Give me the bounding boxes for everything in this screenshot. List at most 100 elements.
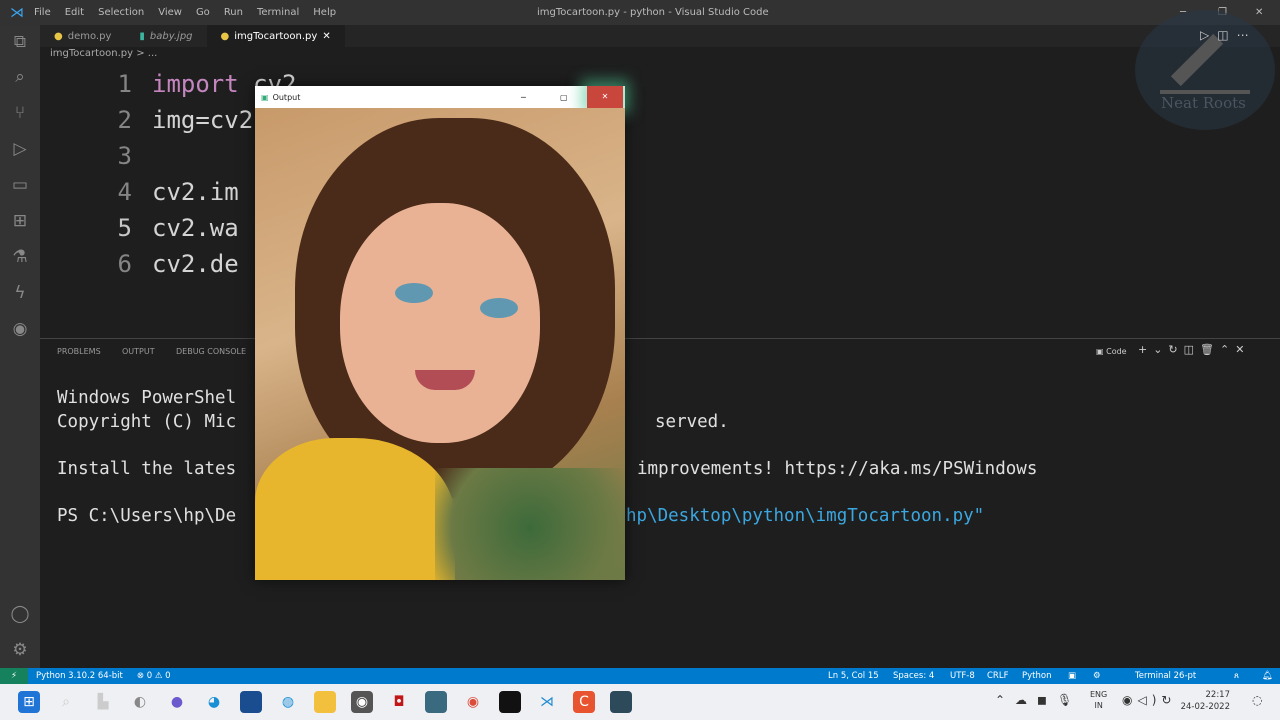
menu-view[interactable]: View bbox=[158, 7, 182, 18]
network-volume-battery-icons[interactable]: ◉◁)↻ bbox=[1122, 693, 1176, 707]
lightning-icon[interactable]: ϟ bbox=[8, 281, 32, 305]
tab-output[interactable]: OUTPUT bbox=[122, 347, 155, 356]
menu-go[interactable]: Go bbox=[196, 7, 210, 18]
terminal-shell-select[interactable]: ▣ Code bbox=[1096, 347, 1127, 356]
code-line: img=cv2 bbox=[152, 106, 254, 134]
terminal-icon[interactable] bbox=[499, 691, 521, 713]
output-window[interactable]: ▣ Output ─ ▢ ✕ bbox=[255, 86, 625, 580]
bottom-panel: PROBLEMS OUTPUT DEBUG CONSOLE ▣ Code +⌄↻… bbox=[40, 338, 1280, 668]
testing-icon[interactable]: ⚗ bbox=[8, 245, 32, 269]
terminal-line: Windows PowerShel bbox=[57, 388, 237, 408]
tab-problems[interactable]: PROBLEMS bbox=[57, 347, 101, 356]
clock[interactable]: 22:17 24-02-2022 bbox=[1180, 689, 1230, 713]
tab-label: demo.py bbox=[67, 30, 112, 42]
terminal-line: Copyright (C) Mic bbox=[57, 412, 237, 432]
python-file-icon: ● bbox=[54, 30, 63, 42]
tab-debug-console[interactable]: DEBUG CONSOLE bbox=[176, 347, 246, 356]
source-control-icon[interactable]: ⑂ bbox=[8, 101, 32, 125]
app-icon-2[interactable] bbox=[425, 691, 447, 713]
tab-demo-py[interactable]: ● demo.py bbox=[40, 25, 125, 47]
terminal-line: Install the lates bbox=[57, 459, 237, 479]
settings-gear-icon[interactable]: ⚙ bbox=[8, 638, 32, 662]
widgets-icon[interactable]: ◐ bbox=[129, 691, 151, 713]
system-tray-icons[interactable]: ⌃☁◼🎙︎ bbox=[995, 693, 1082, 707]
camera-app-icon[interactable]: ◉ bbox=[351, 691, 373, 713]
line-number: 2 bbox=[117, 106, 132, 134]
menu-file[interactable]: File bbox=[34, 7, 51, 18]
output-maximize-button[interactable]: ▢ bbox=[560, 93, 568, 102]
image-file-icon: ▮ bbox=[139, 30, 145, 42]
layout-icon[interactable]: ▣ bbox=[1068, 671, 1076, 681]
editor-actions[interactable]: ▷◫⋯ bbox=[1200, 28, 1257, 42]
chrome-icon[interactable]: ◉ bbox=[462, 691, 484, 713]
vscode-logo-icon: ⋊ bbox=[10, 4, 24, 21]
line-number: 6 bbox=[117, 250, 132, 278]
menu-help[interactable]: Help bbox=[313, 7, 336, 18]
line-number: 3 bbox=[117, 142, 132, 170]
store-icon[interactable] bbox=[240, 691, 262, 713]
extensions-icon[interactable]: ⊞ bbox=[8, 209, 32, 233]
file-explorer-icon[interactable] bbox=[314, 691, 336, 713]
line-number: 1 bbox=[117, 70, 132, 98]
encoding[interactable]: UTF-8 bbox=[950, 671, 975, 681]
lang-code: ENG bbox=[1090, 690, 1108, 699]
cursor-position[interactable]: Ln 5, Col 15 bbox=[828, 671, 879, 681]
panel-actions[interactable]: +⌄↻◫🗑⌃✕ bbox=[1138, 343, 1250, 356]
title-bar: ⋊ File Edit Selection View Go Run Terminal Help… bbox=[0, 0, 1280, 25]
terminal-line: hp\Desktop\python\imgTocartoon.py" bbox=[626, 506, 985, 526]
live-share-icon[interactable]: ⚙ bbox=[1093, 671, 1101, 681]
tab-imgtocartoon-py[interactable]: ● imgTocartoon.py ✕ bbox=[206, 25, 345, 47]
remote-explorer-icon[interactable]: ▭ bbox=[8, 173, 32, 197]
indentation[interactable]: Spaces: 4 bbox=[893, 671, 934, 681]
remote-indicator[interactable]: ⚡ bbox=[0, 668, 28, 684]
notifications-bell-icon[interactable]: 🔔︎ bbox=[1262, 671, 1273, 681]
app-icon[interactable]: ◍ bbox=[277, 691, 299, 713]
github-icon[interactable]: ◉ bbox=[8, 317, 32, 341]
edge-icon[interactable]: ◕ bbox=[203, 691, 225, 713]
feedback-icon[interactable]: ጸ bbox=[1234, 671, 1239, 681]
python-file-icon: ● bbox=[220, 30, 230, 42]
keyword: import bbox=[152, 70, 239, 98]
code-line: cv2.im bbox=[152, 178, 239, 206]
menu-run[interactable]: Run bbox=[224, 7, 243, 18]
terminal-line: served. bbox=[655, 412, 729, 432]
output-minimize-button[interactable]: ─ bbox=[521, 93, 526, 102]
search-icon[interactable]: ⌕ bbox=[8, 65, 32, 89]
end-of-line[interactable]: CRLF bbox=[987, 671, 1008, 681]
language-mode[interactable]: Python bbox=[1022, 671, 1051, 681]
tab-label: baby.jpg bbox=[149, 30, 193, 42]
mcafee-icon[interactable]: ◘ bbox=[388, 691, 410, 713]
output-window-title: Output bbox=[272, 92, 301, 102]
notification-center-icon[interactable]: ◌ bbox=[1252, 693, 1262, 707]
terminal-line: PS C:\Users\hp\De bbox=[57, 506, 237, 526]
python-interpreter[interactable]: Python 3.10.2 64-bit bbox=[36, 671, 123, 681]
line-number: 5 bbox=[117, 214, 132, 242]
start-button-icon[interactable]: ⊞ bbox=[18, 691, 40, 713]
terminal-line: improvements! https://aka.ms/PSWindows bbox=[637, 459, 1038, 479]
menu-terminal[interactable]: Terminal bbox=[257, 7, 299, 18]
problems-count[interactable]: ⊗ 0 ⚠ 0 bbox=[137, 671, 171, 681]
terminal-font-size[interactable]: Terminal 26-pt bbox=[1135, 671, 1196, 681]
output-close-button[interactable]: ✕ bbox=[587, 86, 623, 108]
code-line: cv2.de bbox=[152, 250, 239, 278]
input-language[interactable]: ENG IN bbox=[1090, 689, 1107, 711]
explorer-icon[interactable]: ⧉ bbox=[8, 30, 32, 54]
time: 22:17 bbox=[1205, 690, 1231, 700]
search-icon[interactable]: ⌕ bbox=[55, 691, 77, 713]
vscode-icon[interactable]: ⋊ bbox=[536, 691, 558, 713]
status-bar: ⚡ Python 3.10.2 64-bit ⊗ 0 ⚠ 0 Ln 5, Col… bbox=[0, 668, 1280, 684]
close-button[interactable]: ✕ bbox=[1255, 7, 1263, 18]
breadcrumb[interactable]: imgTocartoon.py > ... bbox=[50, 48, 157, 59]
output-window-titlebar[interactable]: ▣ Output ─ ▢ ✕ bbox=[255, 86, 625, 108]
menu-edit[interactable]: Edit bbox=[65, 7, 84, 18]
run-debug-icon[interactable]: ▷ bbox=[8, 137, 32, 161]
account-icon[interactable]: ◯ bbox=[8, 602, 32, 626]
python-idle-icon[interactable] bbox=[610, 691, 632, 713]
codeblocks-icon[interactable]: C bbox=[573, 691, 595, 713]
menu-bar: File Edit Selection View Go Run Terminal Help bbox=[34, 7, 350, 18]
menu-selection[interactable]: Selection bbox=[98, 7, 144, 18]
tab-close-icon[interactable]: ✕ bbox=[322, 31, 330, 42]
task-view-icon[interactable]: ▙ bbox=[92, 691, 114, 713]
tab-baby-jpg[interactable]: ▮ baby.jpg bbox=[125, 25, 206, 47]
teams-chat-icon[interactable]: ● bbox=[166, 691, 188, 713]
